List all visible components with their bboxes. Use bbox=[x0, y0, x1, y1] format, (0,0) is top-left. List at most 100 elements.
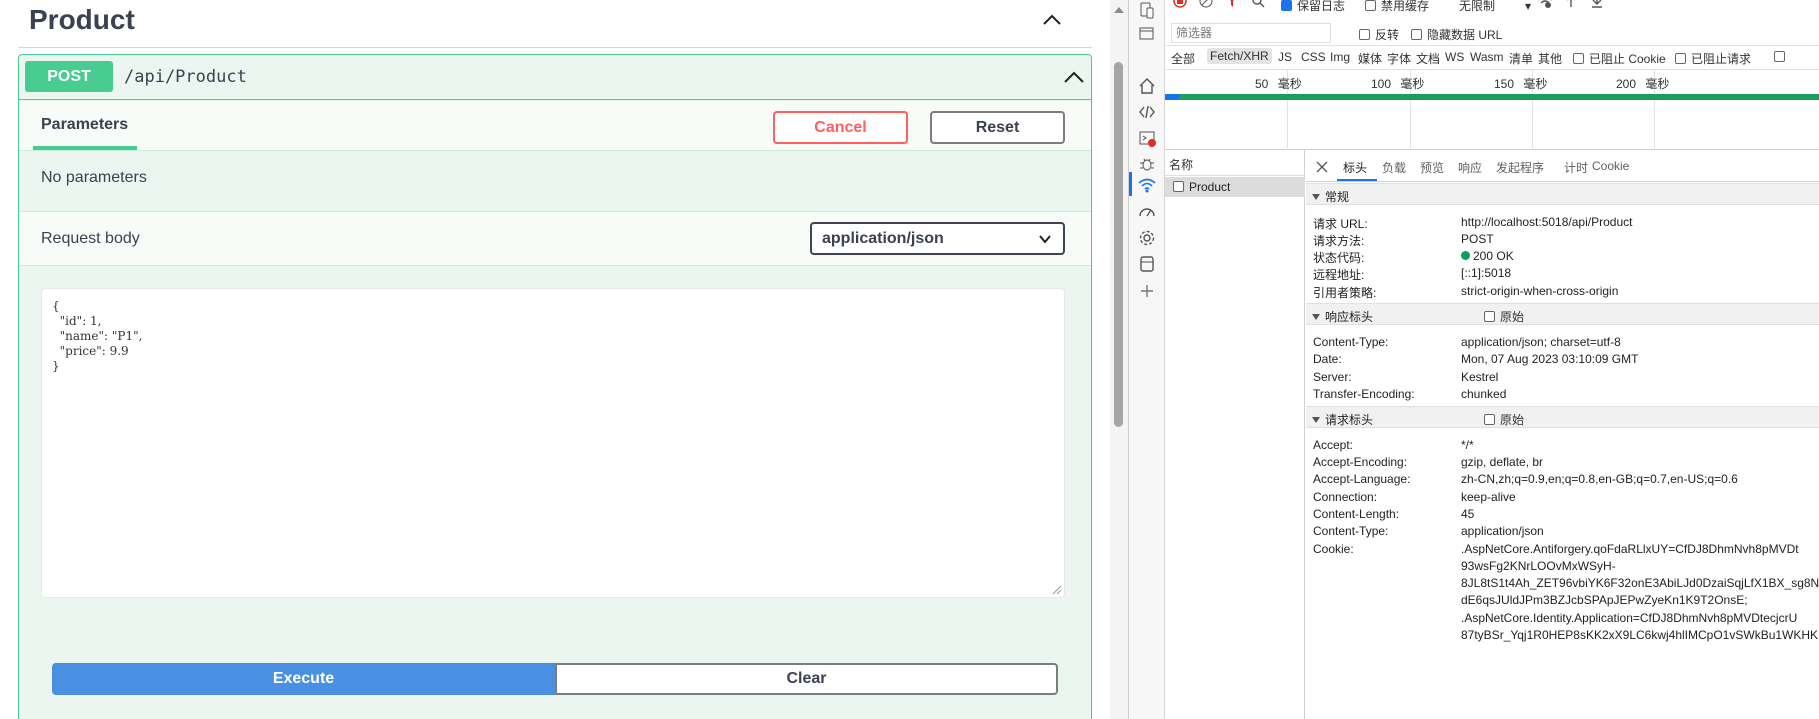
cookie-value-line: 8JL8tS1t4Ah_ZET96vbiYK6F32onE3AbiLJd0Dza… bbox=[1461, 576, 1819, 590]
type-filter-fetch-xhr[interactable]: Fetch/XHR bbox=[1207, 48, 1272, 64]
disable-cache-checkbox[interactable]: 禁用缓存 bbox=[1365, 0, 1429, 14]
tab-response[interactable]: 响应 bbox=[1458, 159, 1482, 176]
search-icon[interactable] bbox=[1251, 0, 1265, 8]
name-column-header[interactable]: 名称 bbox=[1165, 150, 1305, 176]
request-list: 名称 Product bbox=[1165, 150, 1305, 719]
type-filter-manifest[interactable]: 清单 bbox=[1509, 50, 1533, 67]
tick-value: 50 bbox=[1255, 77, 1269, 91]
chevron-up-icon[interactable] bbox=[1042, 10, 1062, 30]
tab-payload[interactable]: 负载 bbox=[1382, 159, 1406, 176]
cancel-button[interactable]: Cancel bbox=[773, 111, 908, 144]
general-section-header[interactable]: 常规 bbox=[1306, 183, 1819, 205]
third-party-checkbox[interactable] bbox=[1774, 50, 1790, 64]
type-filter-doc[interactable]: 文档 bbox=[1416, 50, 1440, 67]
tab-preview[interactable]: 预览 bbox=[1420, 159, 1444, 176]
filter-funnel-icon[interactable] bbox=[1225, 0, 1239, 8]
type-filter-other[interactable]: 其他 bbox=[1538, 50, 1562, 67]
type-filter-img[interactable]: Img bbox=[1330, 50, 1350, 64]
parameters-header: Parameters Cancel Reset bbox=[19, 101, 1091, 151]
blocked-requests-checkbox[interactable]: 已阻止请求 bbox=[1675, 50, 1751, 67]
record-stop-icon[interactable] bbox=[1173, 0, 1187, 8]
import-har-icon[interactable] bbox=[1565, 0, 1577, 8]
hide-data-urls-checkbox[interactable]: 隐藏数据 URL bbox=[1411, 26, 1502, 43]
response-headers-section-header[interactable]: 响应标头 原始 bbox=[1306, 303, 1819, 325]
clear-log-icon[interactable] bbox=[1199, 0, 1213, 8]
expand-triangle-icon bbox=[1312, 314, 1320, 320]
home-icon[interactable] bbox=[1138, 77, 1156, 95]
reset-button[interactable]: Reset bbox=[930, 111, 1065, 144]
section-header[interactable]: Product bbox=[18, 0, 1092, 48]
header-value: Mon, 07 Aug 2023 03:10:09 GMT bbox=[1461, 352, 1639, 366]
raw-checkbox[interactable]: 原始 bbox=[1484, 411, 1524, 428]
tab-parameters[interactable]: Parameters bbox=[41, 116, 128, 134]
device-toolbar-icon[interactable] bbox=[1138, 2, 1156, 20]
type-filter-js[interactable]: JS bbox=[1278, 50, 1292, 64]
header-value: application/json; charset=utf-8 bbox=[1461, 335, 1621, 349]
settings-gear-icon[interactable] bbox=[1138, 229, 1156, 247]
invert-checkbox[interactable]: 反转 bbox=[1359, 26, 1399, 43]
request-row[interactable]: Product bbox=[1165, 177, 1305, 197]
elements-icon[interactable] bbox=[1138, 103, 1156, 121]
network-overview-timeline[interactable]: 50 毫秒 100 毫秒 150 毫秒 200 毫秒 bbox=[1165, 70, 1819, 150]
execute-button[interactable]: Execute bbox=[52, 663, 555, 695]
raw-checkbox[interactable]: 原始 bbox=[1484, 308, 1524, 325]
bug-icon[interactable] bbox=[1138, 155, 1156, 173]
filter-input[interactable]: 筛选器 bbox=[1171, 23, 1331, 43]
plus-icon[interactable] bbox=[1138, 282, 1156, 300]
blocked-cookies-checkbox[interactable]: 已阻止 Cookie bbox=[1573, 50, 1666, 67]
header-value: */* bbox=[1461, 438, 1474, 452]
inspect-icon[interactable] bbox=[1138, 26, 1156, 44]
hide-data-urls-label: 隐藏数据 URL bbox=[1427, 28, 1503, 42]
type-filter-all[interactable]: 全部 bbox=[1171, 50, 1195, 67]
preserve-log-label: 保留日志 bbox=[1297, 0, 1346, 13]
request-body-editor[interactable]: { "id": 1, "name": "P1", "price": 9.9 } bbox=[41, 288, 1065, 598]
tab-headers[interactable]: 标头 bbox=[1343, 159, 1367, 176]
header-value: chunked bbox=[1461, 387, 1507, 401]
console-icon[interactable] bbox=[1138, 129, 1156, 147]
checkbox-icon bbox=[1411, 29, 1422, 40]
export-har-icon[interactable] bbox=[1591, 0, 1603, 8]
code-line: "id": 1, bbox=[52, 314, 102, 328]
timeline-request-bar bbox=[1165, 94, 1819, 100]
header-key: Date: bbox=[1313, 352, 1342, 366]
checkbox-icon bbox=[1774, 51, 1785, 62]
tab-initiator[interactable]: 发起程序 bbox=[1496, 159, 1544, 176]
chevron-up-icon[interactable] bbox=[1063, 67, 1085, 87]
status-dot-icon bbox=[1461, 251, 1470, 260]
throttling-select[interactable]: 无限制 ▾ bbox=[1459, 0, 1531, 14]
application-icon[interactable] bbox=[1138, 255, 1156, 273]
header-value: http://localhost:5018/api/Product bbox=[1461, 215, 1633, 229]
timeline-tick-label: 100 毫秒 bbox=[1371, 75, 1424, 92]
performance-icon[interactable] bbox=[1138, 203, 1156, 221]
timeline-tick-label: 150 毫秒 bbox=[1494, 75, 1547, 92]
type-filter-font[interactable]: 字体 bbox=[1387, 50, 1411, 67]
request-headers-section-header[interactable]: 请求标头 原始 bbox=[1306, 406, 1819, 428]
type-filter-css[interactable]: CSS bbox=[1301, 50, 1326, 64]
activity-bar bbox=[1129, 0, 1165, 719]
document-icon bbox=[1173, 181, 1184, 192]
type-filter-wasm[interactable]: Wasm bbox=[1470, 50, 1504, 64]
header-value: gzip, deflate, br bbox=[1461, 455, 1544, 469]
tick-value: 200 bbox=[1616, 77, 1637, 91]
page-scrollbar-thumb[interactable] bbox=[1114, 62, 1123, 427]
close-icon[interactable] bbox=[1316, 161, 1328, 173]
tab-cookies[interactable]: Cookie bbox=[1592, 159, 1629, 173]
checkbox-icon bbox=[1484, 311, 1495, 322]
type-filter-media[interactable]: 媒体 bbox=[1358, 50, 1382, 67]
scroll-up-arrow-icon[interactable] bbox=[1112, 4, 1126, 16]
request-headers-title: 请求标头 bbox=[1325, 413, 1374, 427]
resize-grip-icon[interactable] bbox=[1052, 585, 1062, 595]
network-conditions-icon[interactable] bbox=[1537, 0, 1553, 8]
network-wifi-icon[interactable] bbox=[1138, 176, 1156, 194]
header-key: Accept-Language: bbox=[1313, 472, 1411, 486]
code-line: "name": "P1", bbox=[52, 329, 143, 343]
preserve-log-checkbox[interactable]: 保留日志 bbox=[1281, 0, 1345, 14]
active-panel-indicator bbox=[1129, 172, 1132, 196]
tab-timing[interactable]: 计时 bbox=[1564, 159, 1588, 176]
tick-unit: 毫秒 bbox=[1523, 77, 1548, 91]
details-tabbar: 标头 负载 预览 响应 发起程序 计时 Cookie bbox=[1306, 150, 1819, 182]
operation-summary[interactable]: POST /api/Product bbox=[19, 55, 1091, 100]
type-filter-ws[interactable]: WS bbox=[1445, 50, 1464, 64]
clear-button[interactable]: Clear bbox=[555, 663, 1058, 695]
content-type-select[interactable]: application/json bbox=[810, 222, 1065, 255]
